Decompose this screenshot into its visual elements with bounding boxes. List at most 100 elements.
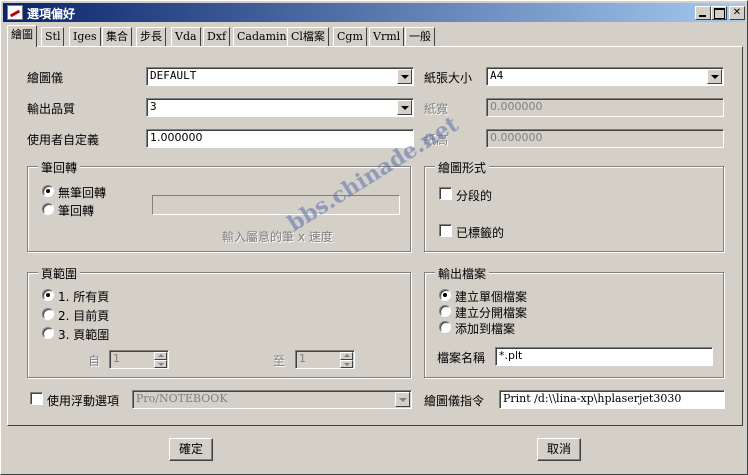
user-scale-value: 1.000000 <box>150 131 203 144</box>
plot-format-group: 繪圖形式 分段的 已標籤的 <box>424 159 724 252</box>
radio-indicator[interactable] <box>439 321 451 333</box>
paper-height-value: 0.000000 <box>490 131 543 144</box>
append-file-radio[interactable]: 添加到檔案 <box>439 320 549 336</box>
checkbox-indicator[interactable] <box>30 392 43 405</box>
chevron-down-icon[interactable] <box>397 100 412 115</box>
radio-indicator[interactable] <box>439 305 451 317</box>
page-range-group: 頁範圍 1. 所有頁 2. 目前頁 3. 頁範圍 自 1 至 1 <box>27 265 411 378</box>
checkbox-label: 使用浮動選項 <box>47 394 120 408</box>
plot-tab-panel: 繪圖儀 DEFAULT 輸出品質 3 使用者自定義 1.000000 紙張大小 … <box>7 46 743 426</box>
checkbox-indicator[interactable] <box>439 187 452 200</box>
segmented-checkbox[interactable]: 分段的 <box>439 187 539 203</box>
to-page-spinner[interactable]: 1 <box>295 350 355 369</box>
maximize-button[interactable] <box>711 6 727 20</box>
radio-indicator[interactable] <box>42 289 54 301</box>
spin-up-icon[interactable] <box>154 352 167 360</box>
no-pen-rotation-radio[interactable]: 無筆回轉 <box>42 184 132 200</box>
paper-height-field[interactable]: 0.000000 <box>486 129 724 148</box>
spin-down-icon[interactable] <box>340 360 353 368</box>
floating-options-checkbox[interactable]: 使用浮動選項 <box>30 392 130 408</box>
user-scale-field[interactable]: 1.000000 <box>146 129 414 148</box>
title-bar[interactable]: 選項偏好 ✕ <box>3 3 745 22</box>
current-page-radio[interactable]: 2. 目前頁 <box>42 307 132 323</box>
radio-indicator[interactable] <box>42 203 54 215</box>
radio-indicator[interactable] <box>42 308 54 320</box>
filename-label: 檔案名稱 <box>437 351 486 365</box>
pen-rotation-title: 筆回轉 <box>38 159 81 176</box>
paper-width-value: 0.000000 <box>490 100 543 113</box>
quality-select[interactable]: 3 <box>146 98 414 117</box>
app-icon <box>7 5 23 20</box>
radio-label: 無筆回轉 <box>58 186 107 200</box>
labeled-checkbox[interactable]: 已標籤的 <box>439 224 539 240</box>
tab-step[interactable]: 步長 <box>136 27 166 46</box>
paper-size-select[interactable]: A4 <box>486 67 724 86</box>
window-title: 選項偏好 <box>27 7 76 21</box>
close-button[interactable]: ✕ <box>729 6 745 20</box>
plotter-command-value: Print /d:\\lina-xp\hplaserjet3030 <box>503 392 682 405</box>
all-pages-radio[interactable]: 1. 所有頁 <box>42 288 132 304</box>
checkbox-label: 已標籤的 <box>456 226 505 240</box>
tab-cl-file[interactable]: Cl檔案 <box>287 27 329 46</box>
from-page-label: 自 <box>88 354 101 368</box>
pen-rotation-radio[interactable]: 筆回轉 <box>42 202 132 218</box>
tab-cgm[interactable]: Cgm <box>333 27 367 46</box>
to-page-value: 1 <box>299 352 306 365</box>
floating-options-value: Pro/NOTEBOOK <box>136 392 228 405</box>
spin-up-icon[interactable] <box>340 352 353 360</box>
paper-size-label: 紙張大小 <box>424 71 473 85</box>
tab-general[interactable]: 一般 <box>405 27 435 46</box>
cancel-button[interactable]: 取消 <box>537 438 581 461</box>
tab-vrml[interactable]: Vrml <box>369 27 405 46</box>
radio-label: 筆回轉 <box>58 204 95 218</box>
radio-label: 添加到檔案 <box>455 322 516 336</box>
pen-speed-input[interactable] <box>152 195 400 215</box>
preferences-dialog: 選項偏好 ✕ 繪圖 Stl Iges 集合 步長 Vda Dxf Cadamin… <box>0 0 748 475</box>
tab-collection[interactable]: 集合 <box>102 27 132 46</box>
plotter-command-field[interactable]: Print /d:\\lina-xp\hplaserjet3030 <box>499 390 725 409</box>
radio-label: 1. 所有頁 <box>58 290 110 304</box>
minimize-button[interactable] <box>695 6 711 20</box>
tab-dxf[interactable]: Dxf <box>203 27 231 46</box>
radio-indicator[interactable] <box>439 289 451 301</box>
plot-format-title: 繪圖形式 <box>435 159 490 176</box>
output-file-group: 輸出檔案 建立單個檔案 建立分開檔案 添加到檔案 檔案名稱 *.plt <box>424 265 724 378</box>
single-file-radio[interactable]: 建立單個檔案 <box>439 288 549 304</box>
from-page-spinner[interactable]: 1 <box>109 350 169 369</box>
radio-label: 3. 頁範圍 <box>58 328 110 342</box>
tab-vda[interactable]: Vda <box>171 27 201 46</box>
page-range-title: 頁範圍 <box>38 265 81 282</box>
radio-label: 建立單個檔案 <box>455 290 528 304</box>
paper-width-field[interactable]: 0.000000 <box>486 98 724 117</box>
plotter-label: 繪圖儀 <box>27 71 64 85</box>
chevron-down-icon[interactable] <box>397 69 412 84</box>
filename-field[interactable]: *.plt <box>495 347 713 366</box>
chevron-down-icon[interactable] <box>395 392 410 407</box>
user-scale-label: 使用者自定義 <box>27 133 100 147</box>
checkbox-label: 分段的 <box>456 189 493 203</box>
tab-stl[interactable]: Stl <box>41 27 65 46</box>
floating-options-select[interactable]: Pro/NOTEBOOK <box>132 390 412 409</box>
quality-value: 3 <box>150 100 157 113</box>
radio-label: 2. 目前頁 <box>58 309 110 323</box>
tab-plot[interactable]: 繪圖 <box>7 25 37 47</box>
radio-label: 建立分開檔案 <box>455 306 528 320</box>
plotter-select[interactable]: DEFAULT <box>146 67 414 86</box>
from-page-value: 1 <box>113 352 120 365</box>
ok-button[interactable]: 確定 <box>169 438 213 461</box>
output-file-title: 輸出檔案 <box>435 265 490 282</box>
radio-indicator[interactable] <box>42 327 54 339</box>
paper-size-value: A4 <box>490 69 504 82</box>
pen-speed-hint: 輸入屬意的筆 x 速度 <box>222 230 333 244</box>
plotter-value: DEFAULT <box>150 69 197 82</box>
to-page-label: 至 <box>273 354 286 368</box>
tab-iges[interactable]: Iges <box>69 27 101 46</box>
radio-indicator[interactable] <box>42 185 54 197</box>
page-range-radio[interactable]: 3. 頁範圍 <box>42 326 132 342</box>
tab-cadamin[interactable]: Cadamin <box>233 27 291 46</box>
spin-down-icon[interactable] <box>154 360 167 368</box>
plotter-command-label: 繪圖儀指令 <box>424 394 485 408</box>
chevron-down-icon[interactable] <box>707 69 722 84</box>
separate-files-radio[interactable]: 建立分開檔案 <box>439 304 549 320</box>
checkbox-indicator[interactable] <box>439 224 452 237</box>
